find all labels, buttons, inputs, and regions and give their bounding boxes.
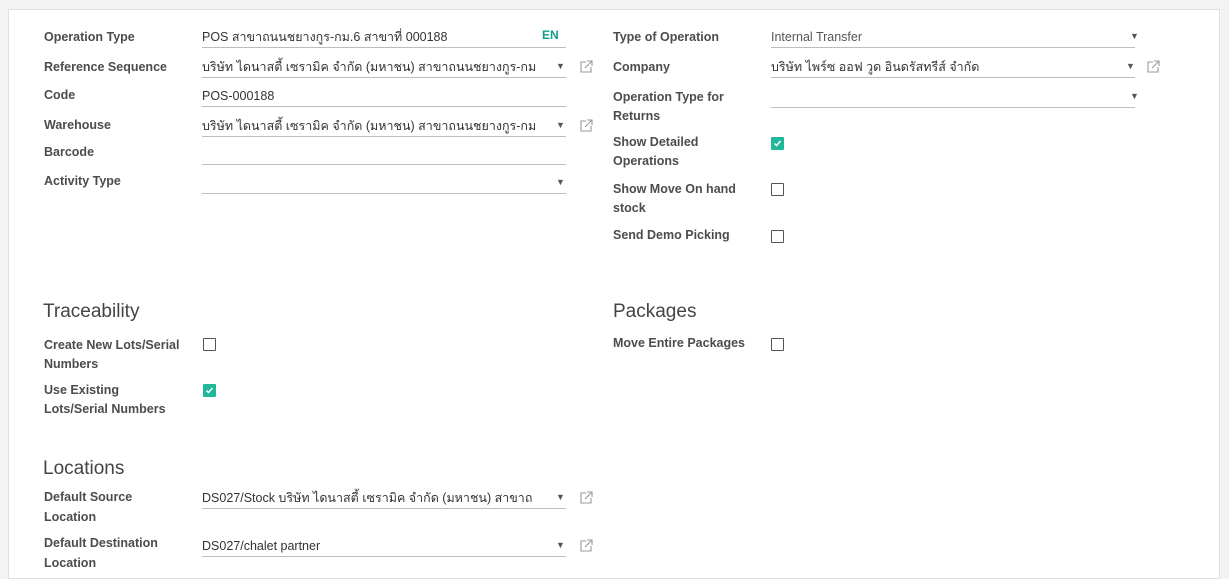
packages-heading: Packages: [613, 301, 697, 322]
external-link-icon[interactable]: [579, 539, 593, 553]
default-source-select[interactable]: DS027/Stock บริษัท ไดนาสตี้ เซรามิค จำกั…: [202, 487, 566, 509]
use-existing-label-line1: Use Existing: [44, 383, 120, 397]
return-type-select[interactable]: ▼: [771, 86, 1139, 108]
show-detailed-checkbox[interactable]: [771, 137, 784, 150]
move-entire-label: Move Entire Packages: [613, 336, 746, 350]
activity-type-select[interactable]: ▼: [202, 172, 566, 194]
code-input[interactable]: POS-000188: [202, 85, 566, 107]
use-existing-checkbox[interactable]: [203, 384, 216, 397]
locations-heading: Locations: [43, 458, 125, 479]
warehouse-label: Warehouse: [44, 118, 111, 132]
create-lots-label-line1: Create New Lots/Serial: [44, 338, 180, 352]
default-source-label-line1: Default Source: [44, 490, 133, 504]
chevron-down-icon: ▼: [1130, 31, 1139, 41]
barcode-label: Barcode: [44, 145, 95, 159]
form-sheet: Operation Type POS สาขาถนนชยางกูร-กม.6 ส…: [8, 9, 1220, 579]
default-destination-value: DS027/chalet partner: [202, 539, 321, 553]
operation-type-field[interactable]: POS สาขาถนนชยางกูร-กม.6 สาขาที่ 000188 E…: [202, 26, 566, 48]
send-demo-label: Send Demo Picking: [613, 228, 730, 242]
chevron-down-icon: ▼: [556, 492, 565, 502]
checkmark-icon: [205, 387, 214, 394]
traceability-heading: Traceability: [43, 301, 140, 322]
chevron-down-icon: ▼: [556, 120, 565, 130]
create-lots-checkbox[interactable]: [203, 338, 216, 351]
type-of-operation-label: Type of Operation: [613, 30, 720, 44]
external-link-icon[interactable]: [1146, 60, 1160, 74]
warehouse-value: บริษัท ไดนาสตี้ เซรามิค จำกัด (มหาชน) สา…: [202, 119, 537, 133]
chevron-down-icon: ▼: [556, 177, 565, 187]
reference-sequence-label: Reference Sequence: [44, 60, 167, 74]
checkmark-icon: [773, 140, 782, 147]
code-value: POS-000188: [202, 89, 275, 103]
external-link-icon[interactable]: [579, 491, 593, 505]
show-move-onhand-checkbox[interactable]: [771, 183, 784, 196]
code-label: Code: [44, 88, 76, 102]
default-destination-label-line2: Location: [44, 556, 97, 570]
default-source-value: DS027/Stock บริษัท ไดนาสตี้ เซรามิค จำกั…: [202, 491, 533, 505]
default-destination-label-line1: Default Destination: [44, 536, 158, 550]
default-source-label-line2: Location: [44, 510, 97, 524]
show-detailed-label-line1: Show Detailed: [613, 135, 699, 149]
default-destination-select[interactable]: DS027/chalet partner ▼: [202, 535, 566, 557]
operation-type-value: POS สาขาถนนชยางกูร-กม.6 สาขาที่ 000188: [202, 30, 448, 44]
send-demo-checkbox[interactable]: [771, 230, 784, 243]
type-of-operation-value: Internal Transfer: [771, 30, 863, 44]
chevron-down-icon: ▼: [556, 61, 565, 71]
external-link-icon[interactable]: [579, 119, 593, 133]
operation-type-label: Operation Type: [44, 30, 135, 44]
return-type-label-line1: Operation Type for: [613, 90, 724, 104]
show-move-label-line1: Show Move On hand: [613, 182, 736, 196]
move-entire-checkbox[interactable]: [771, 338, 784, 351]
create-lots-label-line2: Numbers: [44, 357, 99, 371]
type-of-operation-select[interactable]: Internal Transfer ▼: [771, 26, 1139, 48]
language-button[interactable]: EN: [542, 28, 559, 42]
use-existing-label-line2: Lots/Serial Numbers: [44, 402, 166, 416]
company-label: Company: [613, 60, 670, 74]
barcode-input[interactable]: [202, 143, 566, 165]
company-select[interactable]: บริษัท ไพร์ซ ออฟ วูด อินดรัสทรีส์ จำกัด …: [771, 56, 1135, 78]
chevron-down-icon: ▼: [556, 540, 565, 550]
external-link-icon[interactable]: [579, 60, 593, 74]
return-type-label-line2: Returns: [613, 109, 661, 123]
reference-sequence-value: บริษัท ไดนาสตี้ เซรามิค จำกัด (มหาชน) สา…: [202, 60, 537, 74]
show-move-label-line2: stock: [613, 201, 646, 215]
warehouse-select[interactable]: บริษัท ไดนาสตี้ เซรามิค จำกัด (มหาชน) สา…: [202, 115, 566, 137]
chevron-down-icon: ▼: [1126, 61, 1135, 71]
reference-sequence-select[interactable]: บริษัท ไดนาสตี้ เซรามิค จำกัด (มหาชน) สา…: [202, 56, 566, 78]
show-detailed-label-line2: Operations: [613, 154, 679, 168]
chevron-down-icon: ▼: [1130, 91, 1139, 101]
company-value: บริษัท ไพร์ซ ออฟ วูด อินดรัสทรีส์ จำกัด: [771, 60, 980, 74]
activity-type-label: Activity Type: [44, 174, 121, 188]
